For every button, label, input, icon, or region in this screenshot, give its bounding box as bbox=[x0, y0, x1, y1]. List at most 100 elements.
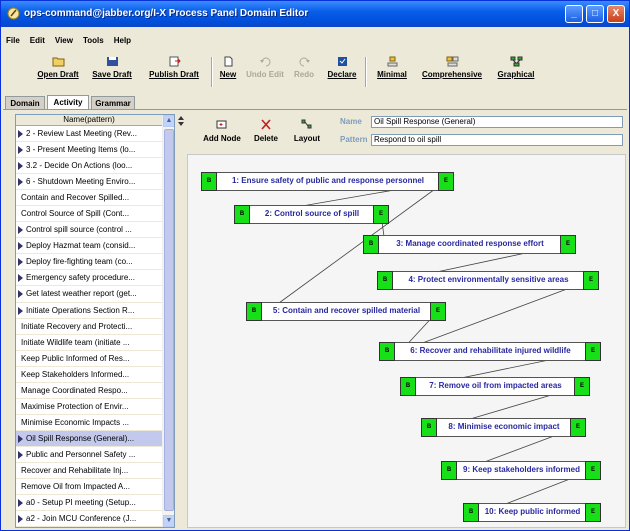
list-item[interactable]: Keep Stakeholders Informed... bbox=[16, 367, 162, 383]
node-begin-handle[interactable]: B bbox=[201, 172, 217, 191]
comprehensive-view-button[interactable]: Comprehensive bbox=[417, 54, 487, 90]
expand-arrow-icon[interactable] bbox=[18, 499, 23, 508]
list-item[interactable]: Emergency safety procedure... bbox=[16, 270, 162, 287]
list-item[interactable]: Initiate Recovery and Protecti... bbox=[16, 319, 162, 335]
list-item[interactable]: Contain and Recover Spilled... bbox=[16, 190, 162, 207]
node-begin-handle[interactable]: B bbox=[463, 503, 479, 522]
node-end-handle[interactable]: E bbox=[560, 235, 576, 254]
node-begin-handle[interactable]: B bbox=[246, 302, 262, 321]
node-end-handle[interactable]: E bbox=[585, 503, 601, 522]
list-item[interactable]: Public and Personnel Safety ... bbox=[16, 447, 162, 463]
node-begin-handle[interactable]: B bbox=[441, 461, 457, 480]
close-button[interactable]: X bbox=[607, 5, 625, 23]
panel-splitter[interactable] bbox=[177, 114, 184, 528]
scroll-thumb[interactable] bbox=[164, 129, 174, 511]
expand-arrow-icon[interactable] bbox=[18, 162, 23, 171]
expand-arrow-icon[interactable] bbox=[18, 274, 23, 283]
activity-node[interactable]: B 7: Remove oil from impacted areas E bbox=[400, 377, 590, 396]
list-item[interactable]: Keep Public Informed of Res... bbox=[16, 351, 162, 367]
list-item[interactable]: a0 - Setup PI meeting (Setup... bbox=[16, 495, 162, 512]
graph-canvas[interactable]: B 1: Ensure safety of public and response… bbox=[187, 154, 626, 528]
layout-button[interactable]: Layout bbox=[289, 116, 325, 150]
expand-arrow-icon[interactable] bbox=[18, 242, 23, 251]
list-item[interactable]: Initiate Operations Section R... bbox=[16, 303, 162, 319]
expand-arrow-icon[interactable] bbox=[18, 450, 23, 459]
node-begin-handle[interactable]: B bbox=[234, 205, 250, 224]
menu-tools[interactable]: Tools bbox=[83, 36, 104, 50]
save-draft-button[interactable]: Save Draft bbox=[88, 54, 136, 90]
activity-list[interactable]: Name(pattern) 2 - Review Last Meeting (R… bbox=[15, 114, 175, 528]
activity-node[interactable]: B 1: Ensure safety of public and response… bbox=[201, 172, 454, 191]
node-end-handle[interactable]: E bbox=[585, 461, 601, 480]
tab-grammar[interactable]: Grammar bbox=[91, 96, 135, 110]
activity-node[interactable]: B 3: Manage coordinated response effort E bbox=[363, 235, 576, 254]
tab-activity[interactable]: Activity bbox=[47, 95, 89, 110]
list-item[interactable]: Get latest weather report (get... bbox=[16, 286, 162, 303]
list-item[interactable]: 3 - Present Meeting Items (lo... bbox=[16, 142, 162, 159]
list-item[interactable]: a2 - Join MCU Conference (J... bbox=[16, 511, 162, 527]
graphical-view-button[interactable]: Graphical bbox=[491, 54, 541, 90]
expand-arrow-icon[interactable] bbox=[18, 258, 23, 267]
expand-arrow-icon[interactable] bbox=[18, 146, 23, 155]
pattern-field[interactable]: Respond to oil spill bbox=[371, 134, 623, 146]
list-item[interactable]: Control spill source (control ... bbox=[16, 222, 162, 239]
open-draft-button[interactable]: Open Draft bbox=[33, 54, 83, 90]
declare-button[interactable]: Declare bbox=[324, 54, 360, 90]
list-item[interactable]: Oil Spill Response (General)... bbox=[16, 430, 162, 447]
list-item[interactable]: Deploy Hazmat team (consid... bbox=[16, 238, 162, 255]
list-item[interactable]: Minimise Economic Impacts ... bbox=[16, 415, 162, 431]
expand-arrow-icon[interactable] bbox=[18, 290, 23, 299]
expand-arrow-icon[interactable] bbox=[18, 130, 23, 138]
splitter-left-arrow[interactable] bbox=[178, 116, 184, 120]
list-scrollbar[interactable]: ▲ ▼ bbox=[162, 115, 174, 527]
list-item[interactable]: Remove Oil from Impacted A... bbox=[16, 479, 162, 496]
add-node-button[interactable]: Add Node bbox=[199, 116, 245, 150]
tab-domain[interactable]: Domain bbox=[5, 96, 45, 110]
activity-node[interactable]: B 6: Recover and rehabilitate injured wil… bbox=[379, 342, 601, 361]
list-item[interactable]: Maximise Protection of Envir... bbox=[16, 399, 162, 415]
redo-button[interactable]: Redo bbox=[292, 54, 316, 90]
undo-edit-button[interactable]: Undo Edit bbox=[244, 54, 286, 90]
new-button[interactable]: New bbox=[217, 54, 239, 90]
activity-node[interactable]: B 4: Protect environmentally sensitive ar… bbox=[377, 271, 599, 290]
node-end-handle[interactable]: E bbox=[373, 205, 389, 224]
activity-node[interactable]: B 9: Keep stakeholders informed E bbox=[441, 461, 601, 480]
menu-edit[interactable]: Edit bbox=[30, 36, 45, 50]
node-begin-handle[interactable]: B bbox=[421, 418, 437, 437]
list-column-header[interactable]: Name(pattern) bbox=[16, 115, 162, 126]
minimal-view-button[interactable]: Minimal bbox=[373, 54, 411, 90]
name-field[interactable]: Oil Spill Response (General) bbox=[371, 116, 623, 128]
node-end-handle[interactable]: E bbox=[430, 302, 446, 321]
node-begin-handle[interactable]: B bbox=[400, 377, 416, 396]
scroll-up-button[interactable]: ▲ bbox=[163, 115, 174, 127]
activity-node[interactable]: B 10: Keep public informed E bbox=[463, 503, 601, 522]
scroll-down-button[interactable]: ▼ bbox=[163, 515, 174, 527]
minimize-button[interactable]: _ bbox=[565, 5, 583, 23]
activity-node[interactable]: B 5: Contain and recover spilled material… bbox=[246, 302, 446, 321]
list-item[interactable]: Recover and Rehabilitate Inj... bbox=[16, 463, 162, 480]
node-end-handle[interactable]: E bbox=[574, 377, 590, 396]
expand-arrow-icon[interactable] bbox=[18, 434, 23, 443]
expand-arrow-icon[interactable] bbox=[18, 226, 23, 235]
node-end-handle[interactable]: E bbox=[570, 418, 586, 437]
node-end-handle[interactable]: E bbox=[585, 342, 601, 361]
node-begin-handle[interactable]: B bbox=[363, 235, 379, 254]
activity-node[interactable]: B 2: Control source of spill E bbox=[234, 205, 389, 224]
node-begin-handle[interactable]: B bbox=[379, 342, 395, 361]
publish-draft-button[interactable]: Publish Draft bbox=[143, 54, 205, 90]
delete-button[interactable]: Delete bbox=[249, 116, 283, 150]
list-item[interactable]: 6 - Shutdown Meeting Enviro... bbox=[16, 174, 162, 191]
node-begin-handle[interactable]: B bbox=[377, 271, 393, 290]
expand-arrow-icon[interactable] bbox=[18, 515, 23, 524]
menu-view[interactable]: View bbox=[55, 36, 73, 50]
expand-arrow-icon[interactable] bbox=[18, 306, 23, 315]
list-item[interactable]: 3.2 - Decide On Actions (loo... bbox=[16, 158, 162, 175]
list-item[interactable]: Deploy fire-fighting team (co... bbox=[16, 254, 162, 271]
node-end-handle[interactable]: E bbox=[583, 271, 599, 290]
menu-help[interactable]: Help bbox=[114, 36, 131, 50]
list-item[interactable]: Control Source of Spill (Cont... bbox=[16, 206, 162, 223]
expand-arrow-icon[interactable] bbox=[18, 178, 23, 187]
list-item[interactable]: Initiate Wildlife team (initiate ... bbox=[16, 335, 162, 351]
node-end-handle[interactable]: E bbox=[438, 172, 454, 191]
splitter-right-arrow[interactable] bbox=[178, 122, 184, 126]
